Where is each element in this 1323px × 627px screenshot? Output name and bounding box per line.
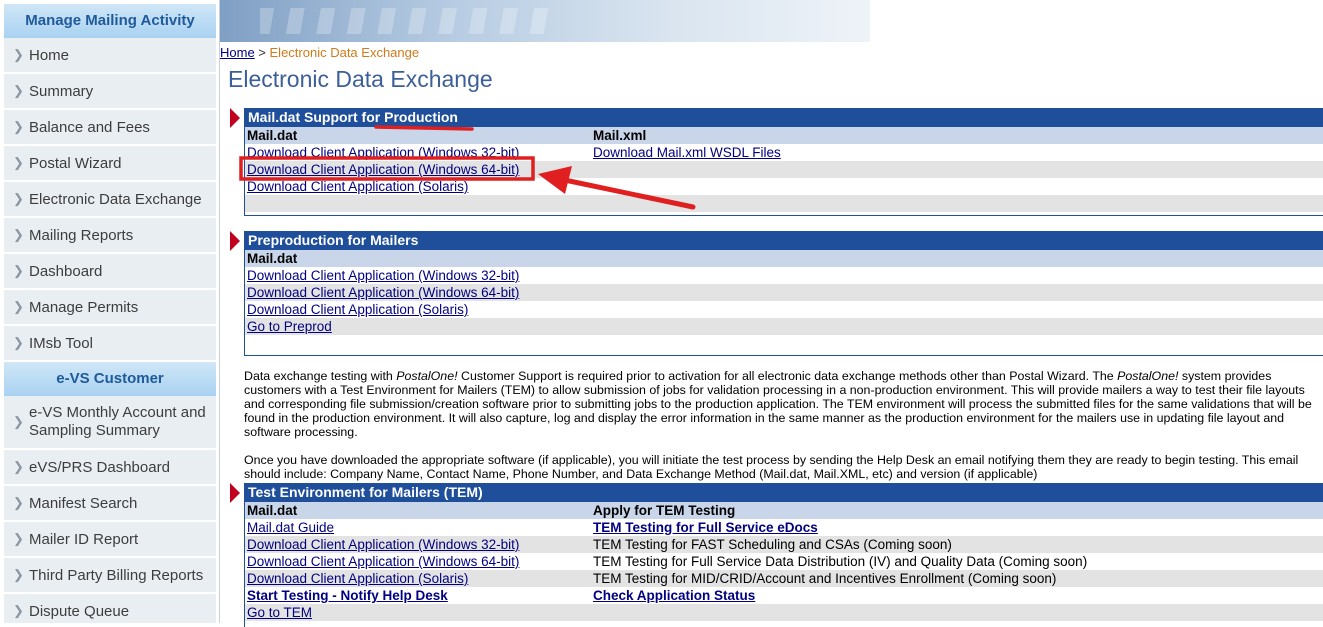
sidebar-item-evs-monthly-account[interactable]: ❯ e-VS Monthly Account and Sampling Summa… [4,396,216,450]
table-row: Download Client Application (Solaris) [245,178,1323,195]
table-header-row: Mail.dat Apply for TEM Testing [245,502,1323,519]
chevron-right-icon: ❯ [13,191,24,206]
download-win64-link[interactable]: Download Client Application (Windows 64-… [247,284,519,301]
sidebar-item-evs-prs-dashboard[interactable]: ❯ eVS/PRS Dashboard [4,450,216,486]
sidebar-item-dispute-queue[interactable]: ❯ Dispute Queue [4,594,216,623]
chevron-right-icon: ❯ [13,227,24,242]
download-win64-link[interactable]: Download Client Application (Windows 64-… [247,161,519,178]
sidebar: Manage Mailing Activity ❯ Home ❯ Summary ❯… [0,0,220,623]
download-win32-link[interactable]: Download Client Application (Windows 32-… [247,267,519,284]
production-table: Mail.dat Mail.xml Download Client Applic… [244,127,1323,216]
table-header-row: Mail.dat Mail.xml [245,127,1323,144]
column-header-mailxml: Mail.xml [593,128,647,143]
table-row: Download Client Application (Windows 64-… [245,161,1323,178]
chevron-right-icon: ❯ [13,83,24,98]
preproduction-section-title: Preproduction for Mailers [244,231,1323,250]
tem-fast-text: TEM Testing for FAST Scheduling and CSAs… [593,537,952,552]
check-status-link[interactable]: Check Application Status [593,587,755,604]
production-section: Mail.dat Support for Production Mail.dat… [244,108,1323,216]
table-row: Download Client Application (Windows 32-… [245,144,1323,161]
download-win32-link[interactable]: Download Client Application (Windows 32-… [247,536,519,553]
tem-table: Mail.dat Apply for TEM Testing Mail.dat … [244,502,1323,627]
sidebar-item-manifest-search[interactable]: ❯ Manifest Search [4,486,216,522]
info-paragraph-1: Data exchange testing with PostalOne! Cu… [244,369,1312,439]
download-wsdl-link[interactable]: Download Mail.xml WSDL Files [593,144,781,161]
chevron-right-icon: ❯ [13,47,24,62]
table-row: Go to Preprod [245,318,1323,335]
breadcrumb-separator: > [254,45,270,60]
sidebar-item-home[interactable]: ❯ Home [4,38,216,74]
download-win32-link[interactable]: Download Client Application (Windows 32-… [247,144,519,161]
preproduction-table: Mail.dat Download Client Application (Wi… [244,250,1323,356]
table-row: Download Client Application (Windows 64-… [245,284,1323,301]
page-title: Electronic Data Exchange [228,66,493,92]
chevron-right-icon: ❯ [13,495,24,510]
table-row [245,195,1323,212]
sidebar-item-postal-wizard[interactable]: ❯ Postal Wizard [4,146,216,182]
download-solaris-link[interactable]: Download Client Application (Solaris) [247,301,468,318]
sidebar-item-balance-fees[interactable]: ❯ Balance and Fees [4,110,216,146]
chevron-right-icon: ❯ [13,567,24,582]
go-to-tem-link[interactable]: Go to TEM [247,604,312,621]
breadcrumb-current: Electronic Data Exchange [269,45,420,60]
go-to-preprod-link[interactable]: Go to Preprod [247,318,332,335]
table-row: Download Client Application (Solaris) TE… [245,570,1323,587]
section-marker-icon [230,483,240,503]
column-header-maildat: Mail.dat [247,503,298,518]
breadcrumb-home-link[interactable]: Home [220,45,255,60]
production-section-title: Mail.dat Support for Production [244,108,1323,127]
chevron-right-icon: ❯ [13,531,24,546]
table-row: Start Testing - Notify Help Desk Check A… [245,587,1323,604]
sidebar-item-dashboard[interactable]: ❯ Dashboard [4,254,216,290]
section-marker-icon [230,231,240,251]
column-header-maildat: Mail.dat [247,251,298,266]
sidebar-item-imsb-tool[interactable]: ❯ IMsb Tool [4,326,216,362]
breadcrumb: Home > Electronic Data Exchange [220,45,419,60]
chevron-right-icon: ❯ [13,335,24,350]
table-row: Go to TEM [245,604,1323,621]
chevron-right-icon: ❯ [13,603,24,618]
preproduction-section: Preproduction for Mailers Mail.dat Downl… [244,231,1323,356]
chevron-right-icon: ❯ [13,299,24,314]
sidebar-item-third-party-billing[interactable]: ❯ Third Party Billing Reports [4,558,216,594]
table-row: Download Client Application (Solaris) [245,301,1323,318]
sidebar-section-evs-customer: e-VS Customer [4,362,216,396]
chevron-right-icon: ❯ [13,155,24,170]
download-solaris-link[interactable]: Download Client Application (Solaris) [247,570,468,587]
start-testing-link[interactable]: Start Testing - Notify Help Desk [247,587,448,604]
sidebar-item-manage-permits[interactable]: ❯ Manage Permits [4,290,216,326]
chevron-right-icon: ❯ [13,459,24,474]
sidebar-item-summary[interactable]: ❯ Summary [4,74,216,110]
table-row: Download Client Application (Windows 32-… [245,536,1323,553]
download-win64-link[interactable]: Download Client Application (Windows 64-… [247,553,519,570]
download-solaris-link[interactable]: Download Client Application (Solaris) [247,178,468,195]
chevron-right-icon: ❯ [13,263,24,278]
chevron-right-icon: ❯ [13,414,24,429]
column-header-maildat: Mail.dat [247,128,298,143]
sidebar-item-electronic-data-exchange[interactable]: ❯ Electronic Data Exchange [4,182,216,218]
tem-section: Test Environment for Mailers (TEM) Mail.… [244,483,1323,627]
section-marker-icon [230,108,240,128]
table-row: Mail.dat Guide TEM Testing for Full Serv… [245,519,1323,536]
table-row: Download Client Application (Windows 32-… [245,267,1323,284]
tem-section-title: Test Environment for Mailers (TEM) [244,483,1323,502]
maildat-guide-link[interactable]: Mail.dat Guide [247,519,334,536]
header-banner-image [220,0,870,42]
table-row [245,335,1323,352]
sidebar-section-manage-mailing: Manage Mailing Activity [4,4,216,38]
sidebar-item-mailer-id-report[interactable]: ❯ Mailer ID Report [4,522,216,558]
info-text: Data exchange testing with PostalOne! Cu… [244,369,1323,495]
tem-full-service-link[interactable]: TEM Testing for Full Service eDocs [593,519,818,536]
info-paragraph-2: Once you have downloaded the appropriate… [244,453,1299,481]
tem-mid-text: TEM Testing for MID/CRID/Account and Inc… [593,571,1057,586]
table-row: Download Client Application (Windows 64-… [245,553,1323,570]
table-header-row: Mail.dat [245,250,1323,267]
column-header-apply-tem: Apply for TEM Testing [593,503,736,518]
sidebar-item-mailing-reports[interactable]: ❯ Mailing Reports [4,218,216,254]
chevron-right-icon: ❯ [13,119,24,134]
tem-fsdd-text: TEM Testing for Full Service Data Distri… [593,554,1088,569]
